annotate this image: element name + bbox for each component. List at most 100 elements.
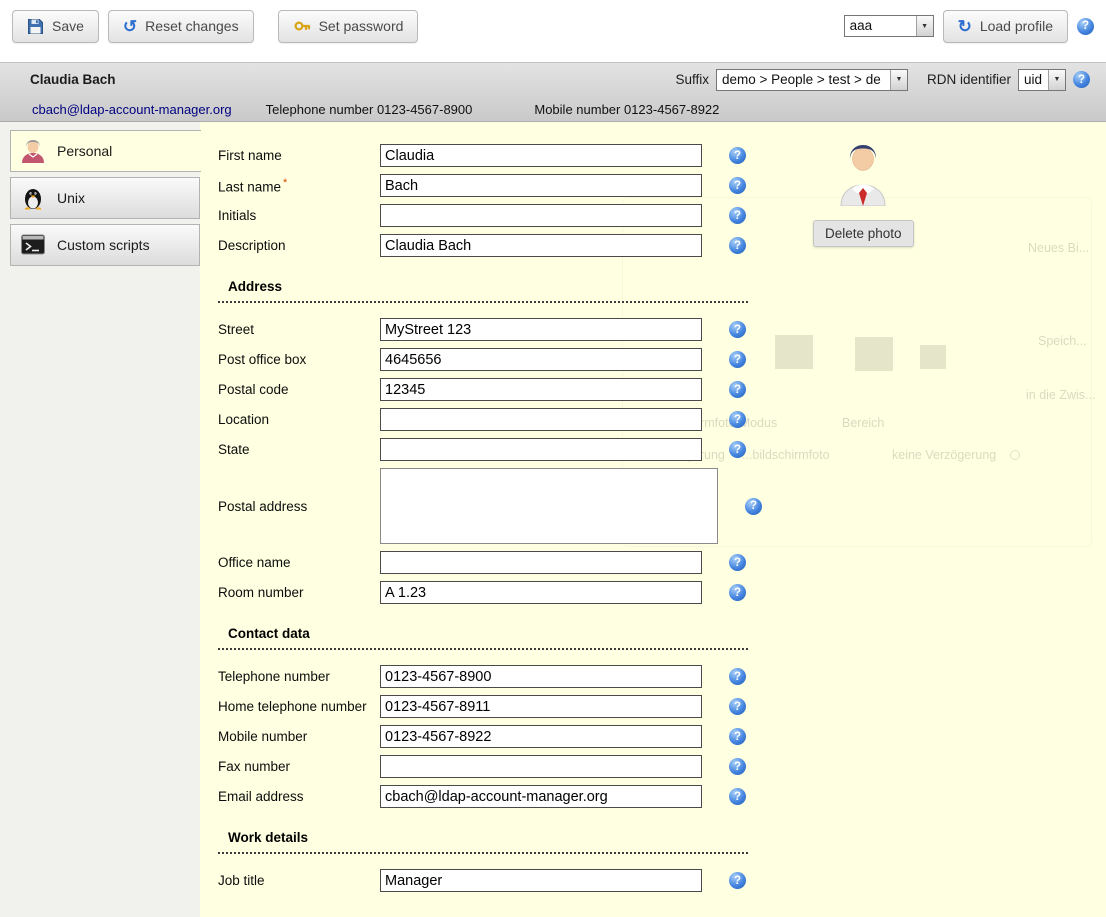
field-label-text: First name [218,148,282,163]
help-icon[interactable]: ? [729,237,746,254]
suffix-select[interactable]: demo > People > test > de ▼ [716,69,908,91]
job-title-input[interactable] [380,869,702,892]
post-office-box-input[interactable] [380,348,702,371]
field-label-text: Last name [218,179,281,194]
main-panel: Neues Bi... Speich... in die Zwis... ...… [0,122,1106,917]
mobile-number-input[interactable] [380,725,702,748]
account-header: Claudia Bach Suffix demo > People > test… [0,62,1106,122]
save-button-label: Save [52,18,84,34]
state-input[interactable] [380,438,702,461]
basic-fields: First name?Last name*?Initials?Descripti… [218,144,1106,257]
help-icon[interactable]: ? [1077,18,1094,35]
set-password-button[interactable]: Set password [278,10,419,43]
profile-select[interactable]: aaa ▼ [844,15,934,37]
first-name-input[interactable] [380,144,702,167]
set-password-button-label: Set password [319,18,404,34]
help-icon[interactable]: ? [745,498,762,515]
dropdown-arrow-icon: ▼ [890,70,907,90]
form-row-fax-number: Fax number? [218,755,1106,778]
postal-code-input[interactable] [380,378,702,401]
page-title: Claudia Bach [30,72,116,87]
form-row-post-office-box: Post office box? [218,348,1106,371]
field-label-text: Post office box [218,352,306,367]
load-profile-button[interactable]: ↻ Load profile [943,10,1068,43]
help-icon[interactable]: ? [729,441,746,458]
help-icon[interactable]: ? [729,321,746,338]
help-icon[interactable]: ? [729,698,746,715]
field-label-text: Office name [218,555,291,570]
help-icon[interactable]: ? [729,381,746,398]
field-label: Street [218,322,380,337]
rdn-label: RDN identifier [927,72,1011,87]
field-label: Postal code [218,382,380,397]
delete-photo-button[interactable]: Delete photo [813,220,914,247]
postal-address-input[interactable] [380,468,718,544]
help-icon[interactable]: ? [729,584,746,601]
field-label-text: Mobile number [218,729,307,744]
save-button[interactable]: Save [12,10,99,43]
form-row-office-name: Office name? [218,551,1106,574]
home-telephone-number-input[interactable] [380,695,702,718]
help-icon[interactable]: ? [729,758,746,775]
field-label: Office name [218,555,380,570]
tab-unix[interactable]: Unix [10,177,200,219]
field-label-text: Home telephone number [218,699,367,714]
fax-number-input[interactable] [380,755,702,778]
field-label-text: Job title [218,873,265,888]
help-icon[interactable]: ? [729,554,746,571]
field-label: Last name* [218,177,380,195]
dropdown-arrow-icon: ▼ [916,16,933,36]
field-label-text: Initials [218,208,256,223]
help-icon[interactable]: ? [729,872,746,889]
photo-block: Delete photo [813,142,914,247]
field-label: Post office box [218,352,380,367]
reset-icon: ↺ [123,18,137,35]
last-name-input[interactable] [380,174,702,197]
help-icon[interactable]: ? [1073,71,1090,88]
email-address-input[interactable] [380,785,702,808]
person-icon [20,138,46,164]
field-label: Email address [218,789,380,804]
field-label: Job title [218,873,380,888]
help-icon[interactable]: ? [729,147,746,164]
office-name-input[interactable] [380,551,702,574]
personal-form: First name?Last name*?Initials?Descripti… [200,122,1106,917]
header-row-1: Claudia Bach Suffix demo > People > test… [0,63,1106,96]
help-icon[interactable]: ? [729,411,746,428]
form-row-postal-code: Postal code? [218,378,1106,401]
telephone-number-input[interactable] [380,665,702,688]
initials-input[interactable] [380,204,702,227]
account-email-link[interactable]: cbach@ldap-account-manager.org [32,102,232,117]
section-header-work-details: Work details [218,830,748,854]
help-icon[interactable]: ? [729,207,746,224]
tux-icon [20,185,46,211]
help-icon[interactable]: ? [729,177,746,194]
tab-custom-scripts[interactable]: Custom scripts [10,224,200,266]
header-mobile: Mobile number 0123-4567-8922 [534,102,719,117]
field-label: Fax number [218,759,380,774]
tab-personal[interactable]: Personal [10,130,201,172]
location-input[interactable] [380,408,702,431]
street-input[interactable] [380,318,702,341]
form-row-street: Street? [218,318,1106,341]
help-icon[interactable]: ? [729,668,746,685]
rdn-select[interactable]: uid ▼ [1018,69,1066,91]
help-icon[interactable]: ? [729,728,746,745]
help-icon[interactable]: ? [729,351,746,368]
help-icon[interactable]: ? [729,788,746,805]
description-input[interactable] [380,234,702,257]
field-label-text: Description [218,238,286,253]
form-row-initials: Initials? [218,204,1106,227]
dropdown-arrow-icon: ▼ [1048,70,1065,90]
field-label-text: Street [218,322,254,337]
reset-changes-button[interactable]: ↺ Reset changes [108,10,254,43]
field-label-text: Email address [218,789,304,804]
form-row-last-name: Last name*? [218,174,1106,197]
section-header-address: Address [218,279,748,303]
load-profile-icon: ↻ [958,18,972,35]
form-row-room-number: Room number? [218,581,1106,604]
room-number-input[interactable] [380,581,702,604]
user-photo [838,142,888,211]
form-row-first-name: First name? [218,144,1106,167]
field-label-text: Location [218,412,269,427]
